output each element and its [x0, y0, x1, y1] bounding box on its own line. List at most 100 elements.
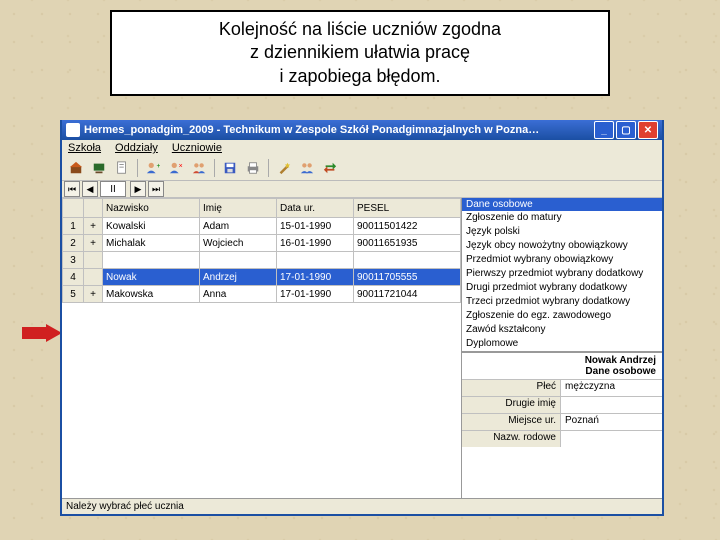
- field-row: Nazw. rodowe: [462, 430, 662, 447]
- field-value[interactable]: [561, 397, 662, 413]
- field-row: Drugie imię: [462, 396, 662, 413]
- row-number: 2: [63, 235, 84, 252]
- table-row[interactable]: 4NowakAndrzej17-01-199090011705555: [63, 269, 461, 286]
- row-number: 3: [63, 252, 84, 269]
- maximize-button[interactable]: ▢: [616, 121, 636, 139]
- table-row[interactable]: 5+MakowskaAnna17-01-199090011721044: [63, 286, 461, 303]
- row-marker: +: [84, 286, 103, 303]
- cell-pesel: 90011721044: [354, 286, 461, 303]
- right-pane: Dane osobowe Zgłoszenie do maturyJęzyk p…: [462, 198, 662, 498]
- grid-empty-space: [62, 303, 461, 498]
- menu-bar: Szkoła Oddziały Uczniowie: [62, 140, 662, 156]
- col-pesel[interactable]: PESEL: [354, 199, 461, 218]
- category-item[interactable]: Drugi przedmiot wybrany dodatkowy: [462, 281, 662, 295]
- cell-data: [277, 252, 354, 269]
- category-item[interactable]: Język polski: [462, 225, 662, 239]
- detail-form: PłećmężczyznaDrugie imięMiejsce ur.Pozna…: [462, 379, 662, 447]
- status-bar: Należy wybrać płeć ucznia: [62, 498, 662, 514]
- category-item[interactable]: Dyplomowe: [462, 337, 662, 351]
- app-icon: [66, 123, 80, 137]
- annotation-line: i zapobiega błędom.: [132, 65, 588, 88]
- selected-student-name: Nowak Andrzej: [468, 355, 656, 366]
- category-item[interactable]: Zgłoszenie do matury: [462, 211, 662, 225]
- tb-swap-icon[interactable]: [320, 158, 340, 178]
- col-rownum[interactable]: [63, 199, 84, 218]
- cell-imie: Wojciech: [200, 235, 277, 252]
- tb-group-icon[interactable]: [297, 158, 317, 178]
- detail-header: Nowak Andrzej Dane osobowe: [462, 352, 662, 379]
- cell-nazwisko: Nowak: [103, 269, 200, 286]
- field-row: Miejsce ur.Poznań: [462, 413, 662, 430]
- tb-user-add-icon[interactable]: +: [143, 158, 163, 178]
- cell-imie: Andrzej: [200, 269, 277, 286]
- field-label: Płeć: [462, 380, 561, 396]
- cell-pesel: [354, 252, 461, 269]
- table-row[interactable]: 2+MichalakWojciech16-01-199090011651935: [63, 235, 461, 252]
- row-marker: [84, 269, 103, 286]
- class-indicator[interactable]: II: [100, 181, 126, 197]
- menu-item-oddzialy[interactable]: Oddziały: [115, 142, 158, 154]
- callout-arrow-icon: [22, 324, 62, 342]
- tb-class-icon[interactable]: [89, 158, 109, 178]
- nav-prev-icon[interactable]: ◀: [82, 181, 98, 197]
- tb-school-icon[interactable]: [66, 158, 86, 178]
- tb-document-icon[interactable]: [112, 158, 132, 178]
- nav-last-icon[interactable]: ⏭: [148, 181, 164, 197]
- table-row[interactable]: 1+KowalskiAdam15-01-199090011501422: [63, 218, 461, 235]
- row-number: 5: [63, 286, 84, 303]
- tb-save-icon[interactable]: [220, 158, 240, 178]
- nav-next-icon[interactable]: ▶: [130, 181, 146, 197]
- cell-nazwisko: [103, 252, 200, 269]
- cell-nazwisko: Kowalski: [103, 218, 200, 235]
- table-row[interactable]: 3: [63, 252, 461, 269]
- col-imie[interactable]: Imię: [200, 199, 277, 218]
- cell-data: 15-01-1990: [277, 218, 354, 235]
- tb-print-icon[interactable]: [243, 158, 263, 178]
- minimize-button[interactable]: _: [594, 121, 614, 139]
- nav-first-icon[interactable]: ⏮: [64, 181, 80, 197]
- col-data[interactable]: Data ur.: [277, 199, 354, 218]
- field-label: Nazw. rodowe: [462, 431, 561, 447]
- category-item[interactable]: Przedmiot wybrany obowiązkowy: [462, 253, 662, 267]
- menu-item-uczniowie[interactable]: Uczniowie: [172, 142, 222, 154]
- field-value[interactable]: mężczyzna: [561, 380, 662, 396]
- cell-pesel: 90011501422: [354, 218, 461, 235]
- tb-user-exchange-icon[interactable]: [189, 158, 209, 178]
- category-item[interactable]: Trzeci przedmiot wybrany dodatkowy: [462, 295, 662, 309]
- cell-nazwisko: Makowska: [103, 286, 200, 303]
- annotation-line: z dziennikiem ułatwia pracę: [132, 41, 588, 64]
- cell-data: 17-01-1990: [277, 286, 354, 303]
- window-title: Hermes_ponadgim_2009 - Technikum w Zespo…: [84, 124, 592, 136]
- field-value[interactable]: Poznań: [561, 414, 662, 430]
- field-row: Płećmężczyzna: [462, 379, 662, 396]
- title-bar: Hermes_ponadgim_2009 - Technikum w Zespo…: [62, 120, 662, 140]
- category-item[interactable]: Język obcy nowożytny obowiązkowy: [462, 239, 662, 253]
- col-nazwisko[interactable]: Nazwisko: [103, 199, 200, 218]
- row-marker: [84, 252, 103, 269]
- field-label: Drugie imię: [462, 397, 561, 413]
- field-label: Miejsce ur.: [462, 414, 561, 430]
- toolbar: + ×: [62, 156, 662, 181]
- close-button[interactable]: ✕: [638, 121, 658, 139]
- category-list: Dane osobowe Zgłoszenie do maturyJęzyk p…: [462, 198, 662, 352]
- annotation-box: Kolejność na liście uczniów zgodna z dzi…: [110, 10, 610, 96]
- cell-imie: Adam: [200, 218, 277, 235]
- category-item[interactable]: Zawód kształcony: [462, 323, 662, 337]
- tb-wizard-icon[interactable]: [274, 158, 294, 178]
- row-number: 4: [63, 269, 84, 286]
- students-pane: Nazwisko Imię Data ur. PESEL 1+KowalskiA…: [62, 198, 462, 498]
- category-header[interactable]: Dane osobowe: [462, 198, 662, 211]
- row-number: 1: [63, 218, 84, 235]
- selected-section-name: Dane osobowe: [468, 366, 656, 377]
- svg-text:+: +: [157, 163, 161, 170]
- cell-pesel: 90011705555: [354, 269, 461, 286]
- col-marker[interactable]: [84, 199, 103, 218]
- tb-user-remove-icon[interactable]: ×: [166, 158, 186, 178]
- category-item[interactable]: Zgłoszenie do egz. zawodowego: [462, 309, 662, 323]
- row-marker: +: [84, 235, 103, 252]
- students-grid[interactable]: Nazwisko Imię Data ur. PESEL 1+KowalskiA…: [62, 198, 461, 303]
- field-value[interactable]: [561, 431, 662, 447]
- menu-item-szkola[interactable]: Szkoła: [68, 142, 101, 154]
- category-item[interactable]: Pierwszy przedmiot wybrany dodatkowy: [462, 267, 662, 281]
- cell-pesel: 90011651935: [354, 235, 461, 252]
